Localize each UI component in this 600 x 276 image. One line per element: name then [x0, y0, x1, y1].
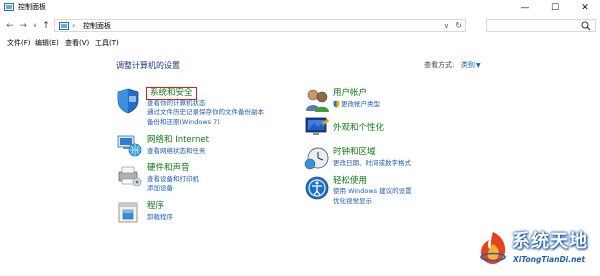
category-network-internet[interactable]: 网络和 Internet — [147, 135, 209, 146]
menu-edit[interactable]: 编辑(E) — [35, 38, 59, 48]
link-windows-recommended-settings[interactable]: 使用 Windows 建议的设置 — [333, 187, 412, 195]
watermark-text: 系统天地 — [512, 231, 588, 252]
uac-shield-icon — [333, 100, 340, 108]
link-change-account-type[interactable]: 更改帐户类型 — [341, 100, 380, 108]
close-button[interactable]: ✕ — [570, 0, 600, 16]
category-ease-of-access[interactable]: 轻松使用 — [333, 176, 367, 187]
programs-icon — [118, 202, 138, 223]
link-network-status[interactable]: 查看网络状态和任务 — [147, 147, 206, 155]
link-change-date-time[interactable]: 更改日期、时间或数字格式 — [333, 159, 411, 167]
window-title: 控制面板 — [18, 3, 46, 11]
title-bar: 控制面板 — ☐ ✕ — [0, 0, 600, 16]
address-row: ← → ∨ ↑ › 控制面板 ∨ ↻ — [0, 16, 600, 36]
back-button[interactable]: ← — [5, 20, 15, 32]
link-add-device[interactable]: 添加设备 — [147, 184, 173, 192]
control-panel-icon — [4, 3, 14, 11]
link-file-history[interactable]: 通过文件历史记录保存你的文件备份副本 — [147, 108, 264, 116]
maximize-button[interactable]: ☐ — [540, 0, 570, 16]
watermark-url: XiTongTianDi.net — [513, 255, 586, 264]
control-panel-icon — [59, 22, 69, 30]
link-view-computer-status[interactable]: 查看你的计算机状态 — [147, 99, 206, 107]
address-bar[interactable]: › 控制面板 ∨ ↻ — [54, 19, 466, 32]
category-clock-region[interactable]: 时钟和区域 — [333, 147, 376, 158]
appearance-icon — [305, 117, 329, 135]
accessibility-icon — [305, 176, 329, 200]
search-input[interactable] — [486, 19, 596, 32]
view-by-dropdown[interactable]: 类别 — [461, 61, 475, 70]
breadcrumb[interactable]: 控制面板 — [83, 21, 111, 32]
menu-tools[interactable]: 工具(T) — [95, 38, 119, 48]
category-user-accounts[interactable]: 用户帐户 — [333, 88, 367, 99]
link-backup-restore[interactable]: 备份和还原(Windows 7) — [147, 118, 220, 126]
page-title: 调整计算机的设置 — [116, 61, 180, 70]
link-uninstall-program[interactable]: 卸载程序 — [147, 213, 173, 221]
search-icon — [581, 21, 591, 31]
forward-button[interactable]: → — [18, 20, 28, 32]
category-hardware-sound[interactable]: 硬件和声音 — [147, 163, 190, 174]
breadcrumb-separator: › — [72, 21, 76, 30]
category-appearance-personalization[interactable]: 外观和个性化 — [333, 123, 384, 134]
minimize-button[interactable]: — — [510, 0, 540, 16]
category-programs[interactable]: 程序 — [147, 201, 164, 212]
clock-icon — [304, 147, 329, 170]
menu-file[interactable]: 文件(F) — [7, 38, 31, 48]
chevron-down-icon[interactable]: ▼ — [476, 61, 481, 70]
up-button[interactable]: ↑ — [41, 20, 51, 32]
watermark-logo-icon — [480, 232, 506, 264]
refresh-button[interactable]: ↻ — [455, 20, 462, 32]
shield-icon — [117, 88, 139, 114]
users-icon — [306, 89, 329, 112]
view-by-label: 查看方式: — [424, 61, 455, 69]
menu-bar: 文件(F) 编辑(E) 查看(V) 工具(T) — [0, 37, 600, 49]
link-optimize-visual-display[interactable]: 优化视觉显示 — [333, 197, 372, 205]
recent-locations-button[interactable]: ∨ — [30, 20, 40, 32]
menu-view[interactable]: 查看(V) — [65, 38, 89, 48]
network-icon — [117, 135, 142, 157]
printer-icon — [118, 166, 142, 187]
address-dropdown-button[interactable]: ∨ — [444, 20, 449, 32]
link-devices-printers[interactable]: 查看设备和打印机 — [147, 175, 199, 183]
